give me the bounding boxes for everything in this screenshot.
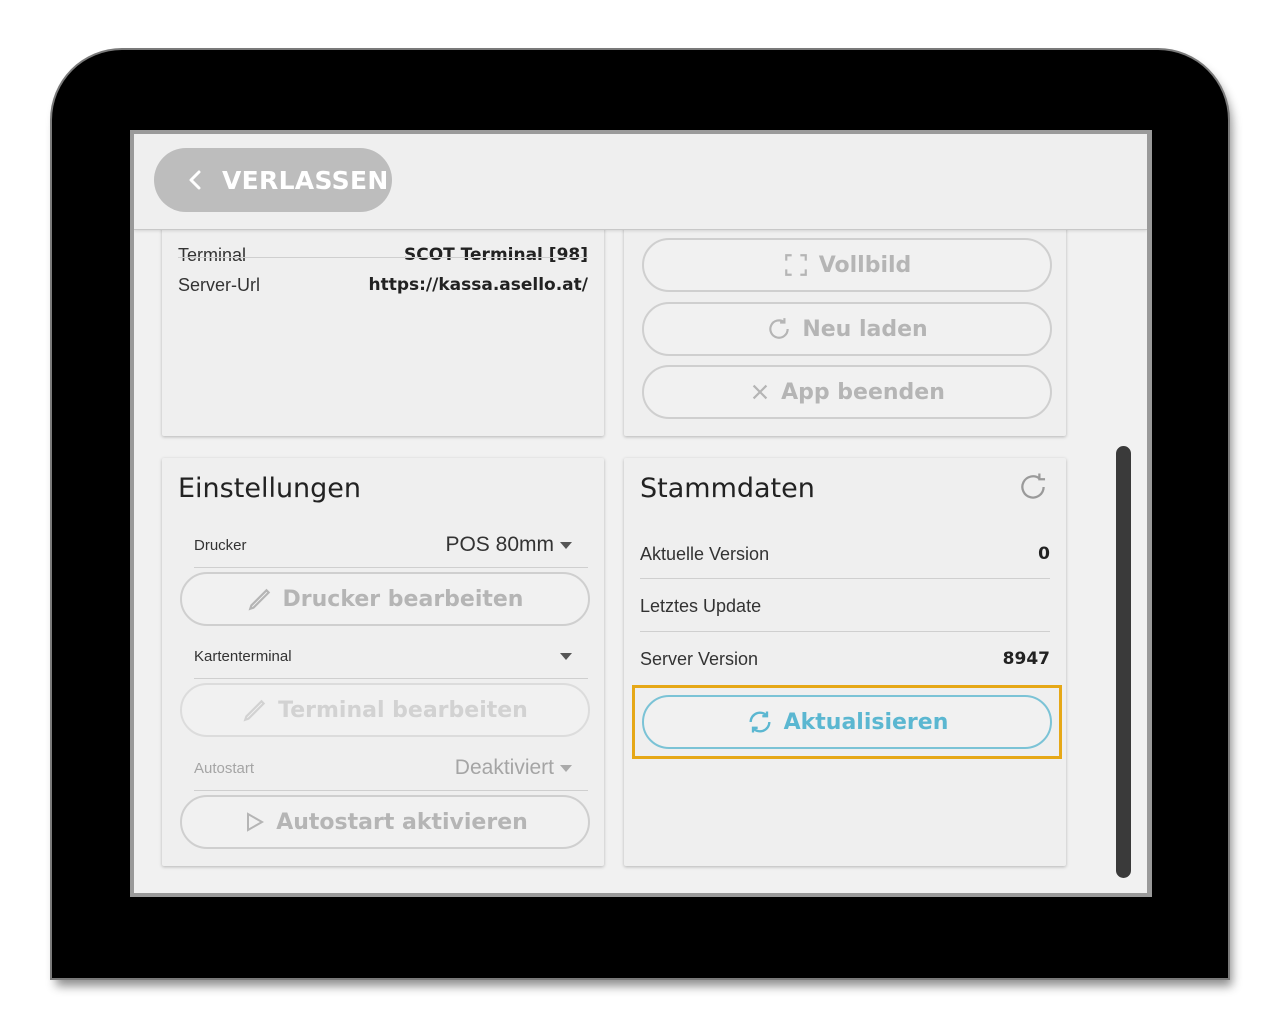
reload-icon (769, 318, 790, 339)
edit-terminal-label: Terminal bearbeiten (278, 697, 528, 723)
divider (194, 567, 588, 568)
autostart-select[interactable]: Autostart Deaktiviert (194, 751, 572, 785)
server-url-label: Server-Url (178, 274, 261, 295)
divider (640, 631, 1050, 632)
divider (194, 790, 588, 791)
current-version-row: Aktuelle Version 0 (640, 537, 1050, 571)
divider (640, 578, 1050, 579)
chevron-left-icon (189, 170, 201, 190)
masterdata-card: Stammdaten Aktuelle Version 0 Letztes Up… (624, 458, 1066, 866)
quit-app-button[interactable]: App beenden (642, 365, 1052, 419)
fullscreen-label: Vollbild (818, 252, 912, 278)
edit-printer-label: Drucker bearbeiten (282, 586, 524, 612)
server-version-label: Server Version (640, 648, 759, 669)
enable-autostart-label: Autostart aktivieren (276, 809, 528, 835)
settings-title: Einstellungen (178, 473, 362, 504)
pencil-icon (248, 588, 270, 611)
reload-label: Neu laden (802, 316, 928, 342)
enable-autostart-button[interactable]: Autostart aktivieren (180, 795, 590, 849)
refresh-icon[interactable] (1016, 470, 1050, 504)
settings-card: Einstellungen Drucker POS 80mm Drucker b… (162, 458, 604, 866)
server-url-value: https://kassa.asello.at/ (368, 275, 588, 295)
server-version-value: 8947 (1002, 649, 1050, 669)
chevron-down-icon (560, 652, 572, 660)
app-header: VERLASSEN (134, 134, 1147, 230)
current-version-value: 0 (1038, 544, 1050, 564)
last-update-row: Letztes Update (640, 589, 1050, 623)
divider (178, 257, 588, 258)
chevron-down-icon (560, 541, 572, 549)
masterdata-title: Stammdaten (640, 473, 815, 504)
reload-button[interactable]: Neu laden (642, 302, 1052, 356)
update-button[interactable]: Aktualisieren (642, 695, 1052, 749)
play-icon (247, 812, 265, 832)
server-url-row: Server-Url https://kassa.asello.at/ (178, 260, 588, 310)
divider (194, 678, 588, 679)
last-update-label: Letztes Update (640, 595, 762, 616)
screen: Terminal SCOT Terminal [98] Server-Url h… (130, 130, 1152, 897)
edit-terminal-button[interactable]: Terminal bearbeiten (180, 683, 590, 737)
printer-value: POS 80mm (445, 533, 554, 556)
back-label: VERLASSEN (222, 165, 389, 195)
printer-select[interactable]: Drucker POS 80mm (194, 528, 572, 562)
edit-printer-button[interactable]: Drucker bearbeiten (180, 572, 590, 626)
autostart-value: Deaktiviert (454, 756, 554, 779)
fullscreen-button[interactable]: Vollbild (642, 238, 1052, 292)
close-icon (752, 384, 768, 400)
update-label: Aktualisieren (783, 709, 949, 735)
fullscreen-icon (784, 254, 807, 276)
card-terminal-label: Kartenterminal (194, 647, 292, 665)
app-content: Terminal SCOT Terminal [98] Server-Url h… (134, 134, 1147, 893)
card-terminal-select[interactable]: Kartenterminal (194, 639, 572, 673)
quit-app-label: App beenden (781, 379, 945, 405)
printer-label: Drucker (194, 536, 247, 554)
scrollbar[interactable] (1116, 446, 1131, 878)
server-version-row: Server Version 8947 (640, 642, 1050, 676)
sync-icon (749, 711, 771, 733)
back-button[interactable]: VERLASSEN (154, 148, 392, 212)
current-version-label: Aktuelle Version (640, 543, 770, 564)
chevron-down-icon (560, 764, 572, 772)
pencil-icon (243, 699, 266, 722)
autostart-label: Autostart (194, 759, 255, 777)
